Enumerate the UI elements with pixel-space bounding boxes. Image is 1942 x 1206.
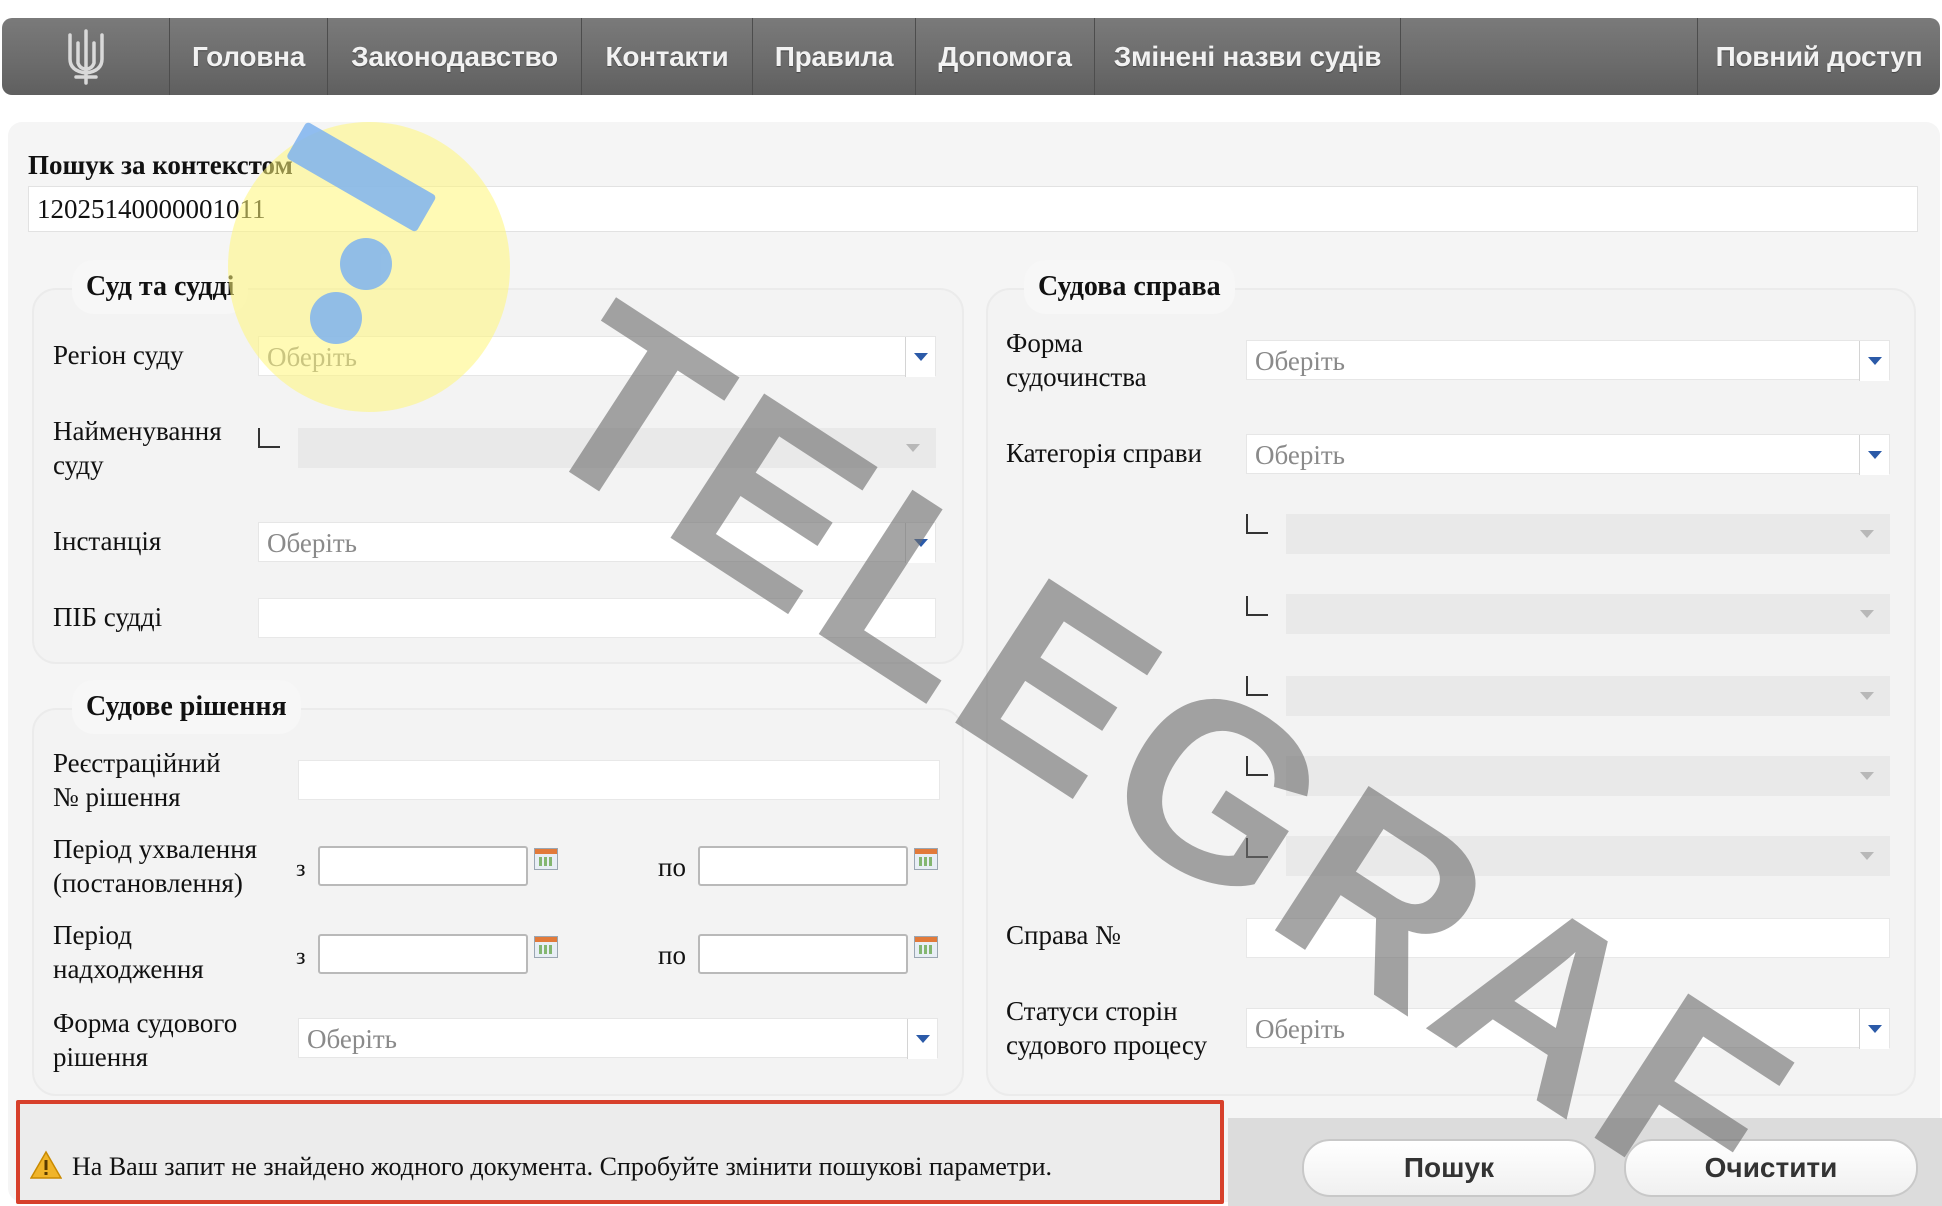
proceeding-form-select[interactable]: Оберіть bbox=[1246, 340, 1890, 381]
nav-full-access[interactable]: Повний доступ bbox=[1698, 18, 1940, 95]
warning-icon bbox=[30, 1150, 62, 1179]
adopt-period-label-1: Період ухвалення bbox=[53, 834, 258, 864]
subcategory-select-3 bbox=[1286, 676, 1890, 716]
decision-form-label-1: Форма судового bbox=[53, 1008, 238, 1038]
calendar-icon[interactable] bbox=[914, 848, 938, 870]
tree-branch-icon bbox=[1246, 756, 1268, 776]
chevron-down-icon bbox=[1860, 852, 1874, 860]
court-name-select bbox=[298, 428, 936, 468]
chevron-down-icon[interactable] bbox=[1859, 1009, 1889, 1049]
receive-from-date-input[interactable] bbox=[318, 934, 528, 974]
nav-help[interactable]: Допомога bbox=[916, 18, 1095, 95]
court-legend: Суд та судді bbox=[72, 260, 249, 314]
subcategory-select-2 bbox=[1286, 594, 1890, 634]
reg-number-label-2: № рішення bbox=[53, 782, 181, 812]
calendar-icon[interactable] bbox=[534, 936, 558, 958]
proceeding-form-label-1: Форма bbox=[1006, 328, 1083, 358]
subcategory-select-4 bbox=[1286, 756, 1890, 796]
adopt-to-date-input[interactable] bbox=[698, 846, 908, 886]
instance-label: Інстанція bbox=[53, 526, 162, 556]
trident-logo-icon[interactable] bbox=[2, 18, 170, 95]
party-status-label-1: Статуси сторін bbox=[1006, 996, 1178, 1026]
court-name-label-1: Найменування bbox=[53, 416, 222, 446]
party-status-label-2: судового процесу bbox=[1006, 1030, 1208, 1060]
adopt-from-date-input[interactable] bbox=[318, 846, 528, 886]
adopt-period-label-2: (постановлення) bbox=[53, 868, 243, 898]
party-status-select[interactable]: Оберіть bbox=[1246, 1008, 1890, 1049]
reg-number-input[interactable] bbox=[298, 760, 940, 800]
receive-to-date-input[interactable] bbox=[698, 934, 908, 974]
proceeding-form-placeholder: Оберіть bbox=[1255, 346, 1345, 376]
tree-branch-icon bbox=[1246, 838, 1268, 858]
chevron-down-icon bbox=[906, 444, 920, 452]
proceeding-form-label-2: судочинства bbox=[1006, 362, 1147, 392]
chevron-down-icon[interactable] bbox=[1859, 341, 1889, 381]
search-button[interactable]: Пошук bbox=[1302, 1139, 1596, 1197]
clear-button[interactable]: Очистити bbox=[1624, 1139, 1918, 1197]
chevron-down-icon bbox=[1860, 530, 1874, 538]
judge-name-label: ПІБ судді bbox=[53, 602, 163, 632]
case-category-select[interactable]: Оберіть bbox=[1246, 434, 1890, 475]
instance-placeholder: Оберіть bbox=[267, 528, 357, 558]
telegraf-badge bbox=[228, 122, 510, 412]
receive-period-label-1: Період bbox=[53, 920, 132, 950]
judge-name-input[interactable] bbox=[258, 598, 936, 638]
party-status-placeholder: Оберіть bbox=[1255, 1014, 1345, 1044]
case-number-input[interactable] bbox=[1246, 918, 1890, 958]
case-number-label: Справа № bbox=[1006, 920, 1121, 950]
chevron-down-icon[interactable] bbox=[905, 337, 935, 377]
subcategory-select-1 bbox=[1286, 514, 1890, 554]
no-results-message: На Ваш запит не знайдено жодного докумен… bbox=[72, 1152, 1052, 1181]
chevron-down-icon bbox=[1860, 772, 1874, 780]
receive-period-label-2: надходження bbox=[53, 954, 204, 984]
nav-rules[interactable]: Правила bbox=[753, 18, 916, 95]
decision-legend: Судове рішення bbox=[72, 680, 301, 734]
chevron-down-icon[interactable] bbox=[905, 523, 935, 563]
case-legend: Судова справа bbox=[1024, 260, 1235, 314]
tree-branch-icon bbox=[258, 428, 280, 448]
nav-contacts[interactable]: Контакти bbox=[582, 18, 753, 95]
top-navigation: Головна Законодавство Контакти Правила Д… bbox=[2, 18, 1940, 95]
court-name-label-2: суду bbox=[53, 450, 104, 480]
receive-from-label: з bbox=[296, 944, 306, 970]
tree-branch-icon bbox=[1246, 596, 1268, 616]
calendar-icon[interactable] bbox=[534, 848, 558, 870]
telegraf-logo-icon bbox=[287, 122, 436, 344]
nav-legislation[interactable]: Законодавство bbox=[328, 18, 582, 95]
case-category-placeholder: Оберіть bbox=[1255, 440, 1345, 470]
court-region-label: Регіон суду bbox=[53, 340, 184, 370]
decision-form-label-2: рішення bbox=[53, 1042, 149, 1072]
reg-number-label-1: Реєстраційний bbox=[53, 748, 221, 778]
chevron-down-icon bbox=[1860, 610, 1874, 618]
decision-form-placeholder: Оберіть bbox=[307, 1024, 397, 1054]
tree-branch-icon bbox=[1246, 514, 1268, 534]
case-category-label: Категорія справи bbox=[1006, 438, 1202, 468]
calendar-icon[interactable] bbox=[914, 936, 938, 958]
chevron-down-icon[interactable] bbox=[1859, 435, 1889, 475]
nav-home[interactable]: Головна bbox=[170, 18, 328, 95]
tree-branch-icon bbox=[1246, 676, 1268, 696]
decision-form-select[interactable]: Оберіть bbox=[298, 1018, 938, 1059]
chevron-down-icon bbox=[1860, 692, 1874, 700]
subcategory-select-5 bbox=[1286, 836, 1890, 876]
trident-icon bbox=[67, 28, 104, 85]
nav-spacer bbox=[1401, 18, 1698, 95]
chevron-down-icon[interactable] bbox=[907, 1019, 937, 1059]
nav-renamed-courts[interactable]: Змінені назви судів bbox=[1095, 18, 1401, 95]
adopt-to-label: по bbox=[658, 852, 686, 882]
adopt-from-label: з bbox=[296, 856, 306, 882]
instance-select[interactable]: Оберіть bbox=[258, 522, 936, 563]
receive-to-label: по bbox=[658, 940, 686, 970]
